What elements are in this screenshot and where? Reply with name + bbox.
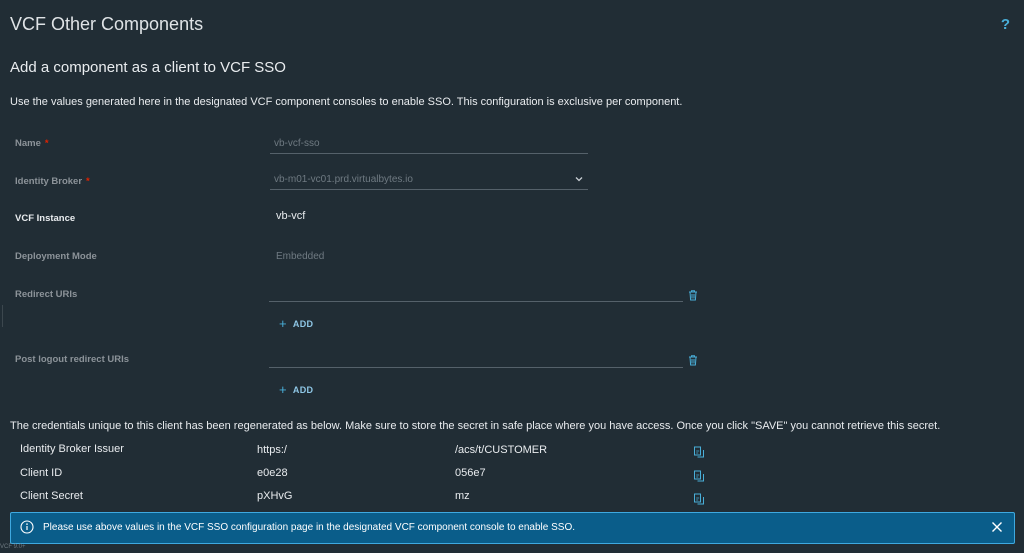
copy-icon[interactable] (693, 492, 705, 505)
required-marker: * (86, 176, 90, 187)
divider (2, 305, 3, 327)
deployment-mode-label: Deployment Mode (15, 251, 97, 262)
help-icon[interactable]: ? (1001, 16, 1010, 33)
credential-label: Identity Broker Issuer (20, 443, 124, 455)
credentials-note: The credentials unique to this client ha… (10, 420, 941, 432)
identity-broker-value: vb-m01-vc01.prd.virtualbytes.io (274, 174, 413, 185)
credential-value-start: https:/ (257, 444, 287, 456)
redirect-uri-input[interactable] (269, 284, 683, 302)
name-input[interactable]: vb-vcf-sso (270, 136, 588, 154)
identity-broker-label: Identity Broker * (15, 176, 90, 187)
chevron-down-icon (574, 174, 584, 190)
credential-value-start: e0e28 (257, 467, 288, 479)
footer-text: VCF 9.0+ (0, 544, 26, 550)
redirect-uris-label: Redirect URIs (15, 289, 78, 300)
page-title: VCF Other Components (10, 14, 204, 34)
credential-label: Client ID (20, 467, 63, 479)
post-logout-uris-label: Post logout redirect URIs (15, 354, 130, 365)
section-subtitle: Add a component as a client to VCF SSO (10, 59, 286, 76)
copy-icon[interactable] (693, 445, 705, 458)
plus-icon: + (279, 316, 287, 331)
trash-icon[interactable] (687, 353, 699, 366)
credential-value-end: /acs/t/CUSTOMER (455, 444, 548, 456)
name-label: Name * (15, 138, 49, 149)
credential-value-end: 056e7 (455, 467, 486, 479)
add-redirect-uri-button[interactable]: + ADD (279, 316, 313, 331)
add-post-logout-uri-button[interactable]: + ADD (279, 382, 313, 397)
plus-icon: + (279, 382, 287, 397)
credential-value-end: mz (455, 490, 470, 502)
trash-icon[interactable] (687, 288, 699, 301)
credential-label: Client Secret (20, 490, 83, 502)
vcf-instance-value: vb-vcf (276, 210, 306, 222)
close-icon[interactable] (990, 520, 1004, 534)
info-banner: Please use above values in the VCF SSO c… (10, 512, 1015, 544)
identity-broker-select[interactable]: vb-m01-vc01.prd.virtualbytes.io (270, 172, 588, 190)
vcf-instance-label: VCF Instance (15, 213, 76, 224)
copy-icon[interactable] (693, 469, 705, 482)
section-description: Use the values generated here in the des… (10, 96, 683, 108)
banner-message: Please use above values in the VCF SSO c… (43, 522, 575, 533)
deployment-mode-value: Embedded (276, 251, 325, 262)
credential-value-start: pXHvG (257, 490, 293, 502)
post-logout-uri-input[interactable] (269, 350, 683, 368)
info-icon (20, 520, 34, 534)
required-marker: * (44, 138, 49, 149)
